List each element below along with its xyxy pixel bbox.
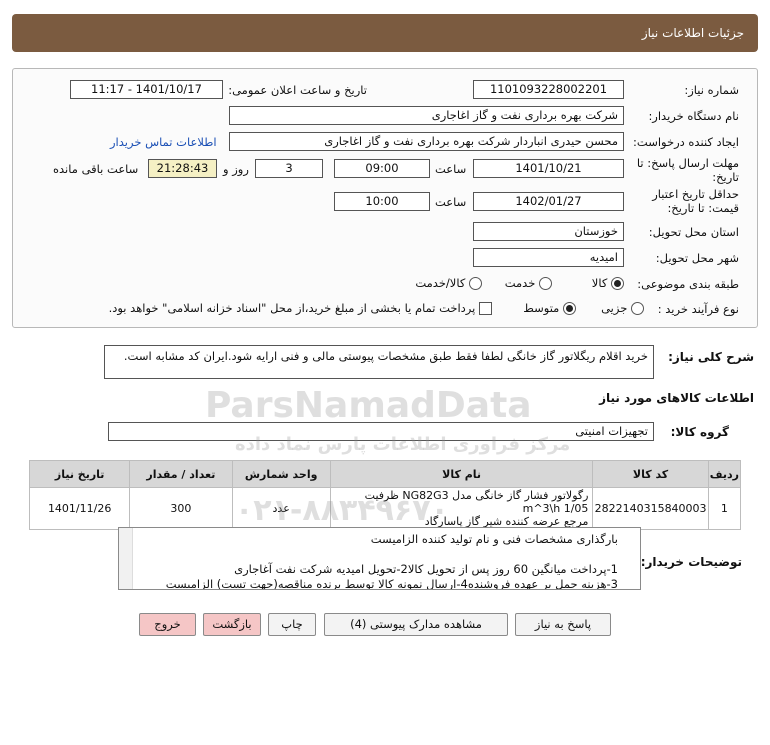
province-field: خوزستان [473, 222, 624, 241]
cell-code: 2822140315840003 [592, 487, 709, 530]
city-field: امیدیه [473, 248, 624, 267]
deadline-label: مهلت ارسال پاسخ: تا تاریخ: [636, 156, 739, 184]
category-service-radio[interactable] [539, 277, 552, 290]
announce-field: 1401/10/17 - 11:17 [70, 80, 223, 99]
col-qty: تعداد / مقدار [129, 460, 233, 488]
notes-line-1: بارگذاری مشخصات فنی و نام تولید کننده ال… [370, 532, 618, 546]
process-label: نوع فرآیند خرید : [657, 302, 739, 316]
buyer-contact-link[interactable]: اطلاعات تماس خریدار [110, 135, 217, 149]
exit-button[interactable]: خروج [139, 613, 196, 636]
remaining-word: ساعت باقی مانده [53, 162, 139, 176]
goods-section-title: اطلاعات کالاهای مورد نیاز [599, 391, 754, 405]
category-goods-text: کالا [591, 276, 608, 290]
col-row: ردیف [707, 460, 742, 488]
notes-line-2 [125, 547, 618, 562]
buyer-notes-box[interactable]: بارگذاری مشخصات فنی و نام تولید کننده ال… [118, 527, 641, 590]
cell-qty: 300 [129, 487, 233, 530]
cell-name: رگولاتور فشار گاز خانگی مدل NG82G3 ظرفیت… [329, 487, 594, 530]
page-header: جزئیات اطلاعات نیاز [12, 14, 758, 52]
need-number-label: شماره نیاز: [684, 83, 739, 97]
description-label: شرح کلی نیاز: [668, 350, 754, 364]
col-code: کد کالا [592, 460, 709, 488]
process-minor-radio[interactable] [631, 302, 644, 315]
payment-note-option[interactable]: پرداخت تمام یا بخشی از مبلغ خرید،از محل … [109, 301, 492, 315]
days-word: روز و [223, 162, 249, 176]
page-title: جزئیات اطلاعات نیاز [641, 26, 744, 40]
process-minor-option[interactable]: جزیی [601, 301, 644, 315]
notes-line-3: 1-پرداخت میانگین 60 روز پس از تحویل کالا… [234, 562, 618, 576]
col-name: نام کالا [329, 460, 594, 488]
print-button[interactable]: چاپ [268, 613, 316, 636]
goods-group-field: تجهیزات امنیتی [108, 422, 654, 441]
category-both-option[interactable]: کالا/خدمت [415, 276, 482, 290]
cell-unit: عدد [231, 487, 331, 530]
attachments-button[interactable]: مشاهده مدارک پیوستی (4) [324, 613, 508, 636]
process-medium-radio[interactable] [563, 302, 576, 315]
category-service-text: خدمت [504, 276, 536, 290]
back-button[interactable]: بازگشت [203, 613, 261, 636]
category-goods-option[interactable]: کالا [592, 276, 624, 290]
table-row: 1 2822140315840003 رگولاتور فشار گاز خان… [28, 487, 742, 530]
cell-date: 1401/11/26 [28, 487, 131, 530]
requester-field: محسن حیدری انباردار شرکت بهره برداری نفت… [229, 132, 624, 151]
validity-time-field: 10:00 [334, 192, 430, 211]
buyer-org-label: نام دستگاه خریدار: [648, 109, 739, 123]
goods-group-label: گروه کالا: [670, 425, 729, 439]
category-service-option[interactable]: خدمت [505, 276, 552, 290]
cell-name-line1: رگولاتور فشار گاز خانگی مدل NG82G3 ظرفیت… [364, 489, 589, 515]
validity-date-field: 1402/01/27 [473, 192, 624, 211]
payment-note-text: پرداخت تمام یا بخشی از مبلغ خرید،از محل … [108, 301, 476, 315]
cell-row: 1 [707, 487, 742, 530]
goods-table: ردیف کد کالا نام کالا واحد شمارش تعداد /… [28, 460, 742, 530]
province-label: استان محل تحویل: [648, 225, 739, 239]
category-both-radio[interactable] [469, 277, 482, 290]
buyer-notes-label: توضیحات خریدار: [640, 555, 742, 569]
deadline-date-field: 1401/10/21 [473, 159, 624, 178]
watermark-brand: ParsNamadData [205, 385, 532, 426]
process-minor-text: جزیی [601, 301, 628, 315]
days-count-field: 3 [255, 159, 323, 178]
goods-table-header: ردیف کد کالا نام کالا واحد شمارش تعداد /… [28, 460, 742, 488]
validity-label: حداقل تاریخ اعتبار قیمت: تا تاریخ: [652, 187, 739, 215]
city-label: شهر محل تحویل: [655, 251, 739, 265]
requester-label: ایجاد کننده درخواست: [633, 135, 739, 149]
col-date: تاریخ نیاز [28, 460, 131, 488]
payment-checkbox[interactable] [479, 302, 492, 315]
process-medium-option[interactable]: متوسط [523, 301, 576, 315]
description-field: خرید اقلام ریگلاتور گاز خانگی لطفا فقط ط… [104, 345, 654, 379]
notes-scrollbar[interactable] [119, 528, 133, 589]
reply-button[interactable]: پاسخ به نیاز [515, 613, 611, 636]
deadline-time-field: 09:00 [334, 159, 430, 178]
buyer-org-field: شرکت بهره برداری نفت و گاز اغاجاری [229, 106, 624, 125]
process-medium-text: متوسط [523, 301, 560, 315]
category-both-text: کالا/خدمت [415, 276, 466, 290]
deadline-time-word: ساعت [435, 162, 467, 176]
col-unit: واحد شمارش [231, 460, 331, 488]
announce-label: تاریخ و ساعت اعلان عمومی: [228, 83, 367, 97]
category-goods-radio[interactable] [611, 277, 624, 290]
validity-time-word: ساعت [435, 195, 467, 209]
need-number-field: 1101093228002201 [473, 80, 624, 99]
notes-line-4: 3-هزینه حمل بر عهده فروشنده4-ارسال نمونه… [165, 577, 618, 590]
category-label: طبقه بندی موضوعی: [637, 277, 739, 291]
remaining-time-field: 21:28:43 [148, 159, 217, 178]
